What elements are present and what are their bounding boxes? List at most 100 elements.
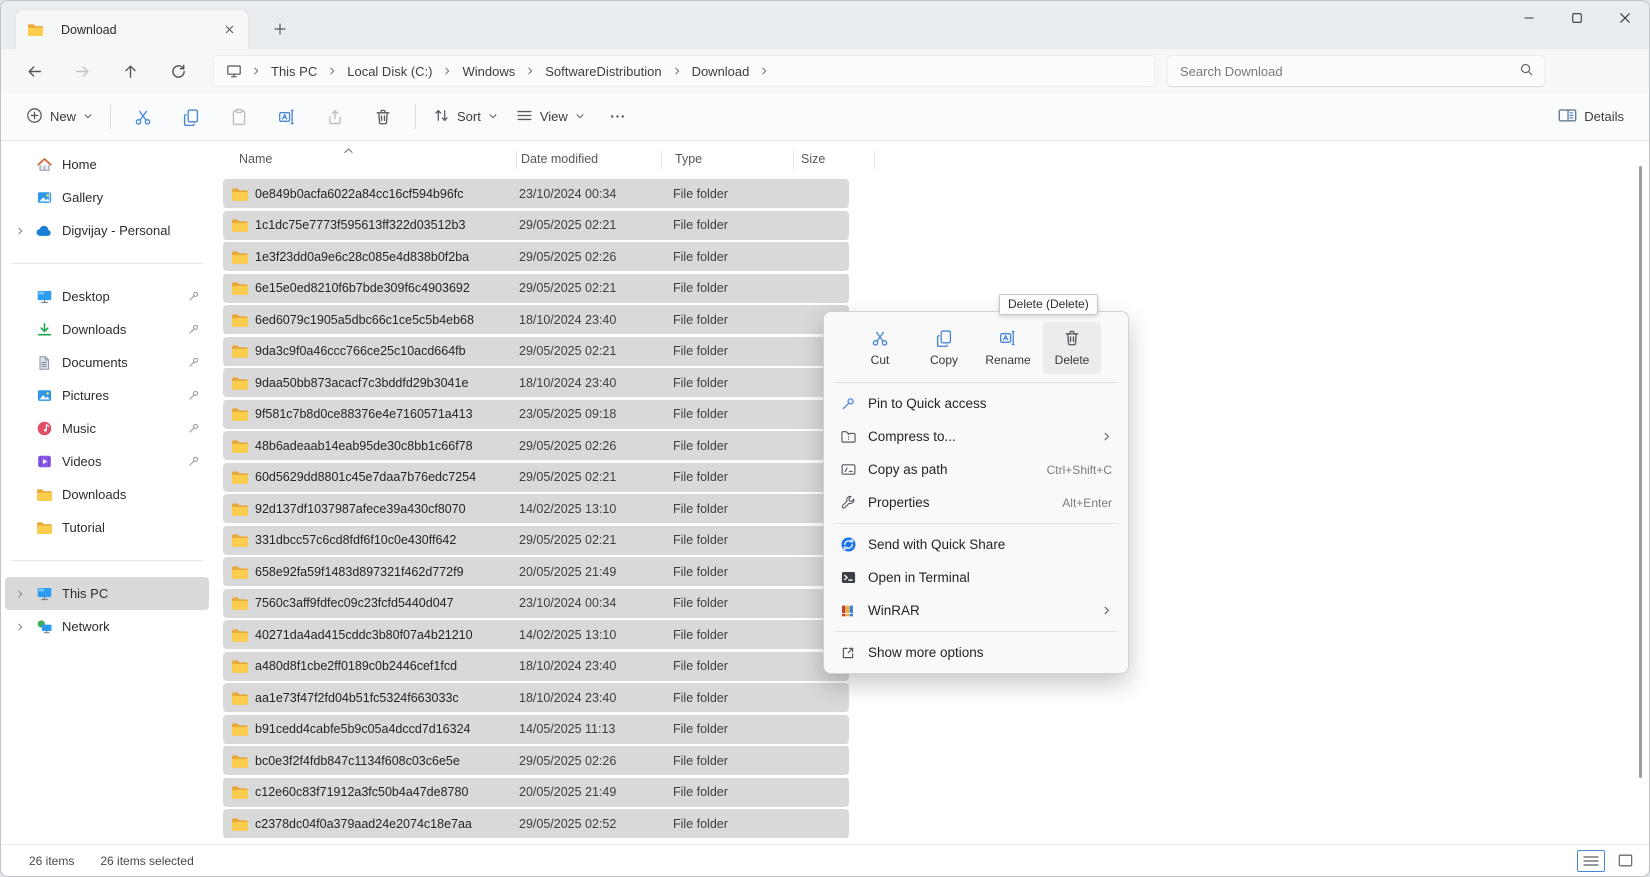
- column-header-type[interactable]: Type: [675, 152, 702, 166]
- sidebar-item-downloads[interactable]: Downloads: [5, 313, 209, 346]
- copy-icon[interactable]: [174, 100, 208, 134]
- file-row[interactable]: c12e60c83f71912a3fc50b4a47de8780 20/05/2…: [223, 778, 849, 807]
- column-header-size[interactable]: Size: [801, 152, 825, 166]
- sidebar-item-desktop[interactable]: Desktop: [5, 280, 209, 313]
- vertical-scrollbar[interactable]: [1639, 166, 1642, 778]
- menu-separator: [834, 631, 1118, 632]
- search-icon[interactable]: [1519, 62, 1534, 80]
- column-divider[interactable]: [793, 151, 794, 169]
- sidebar-item-network[interactable]: Network: [5, 610, 209, 643]
- file-row[interactable]: 48b6adeaab14eab95de30c8bb1c66f78 29/05/2…: [223, 431, 849, 460]
- menu-item-pin-to-quick-access[interactable]: Pin to Quick access: [828, 387, 1124, 420]
- file-row[interactable]: 9f581c7b8d0ce88376e4e7160571a413 23/05/2…: [223, 400, 849, 429]
- sidebar-item-gallery[interactable]: Gallery: [5, 181, 209, 214]
- menu-item-open-in-terminal[interactable]: Open in Terminal: [828, 561, 1124, 594]
- context-cut-button[interactable]: Cut: [851, 322, 909, 374]
- maximize-button[interactable]: [1553, 1, 1601, 35]
- breadcrumb-softwaredistribution[interactable]: SoftwareDistribution: [538, 60, 668, 83]
- details-view-toggle[interactable]: [1577, 850, 1605, 872]
- breadcrumb-local-disk[interactable]: Local Disk (C:): [340, 60, 439, 83]
- up-icon[interactable]: [113, 55, 147, 87]
- details-pane-button[interactable]: Details: [1549, 100, 1633, 134]
- search-input[interactable]: Search Download: [1167, 55, 1545, 87]
- file-row[interactable]: 331dbcc57c6cd8fdf6f10c0e430ff642 29/05/2…: [223, 526, 849, 555]
- menu-item-winrar[interactable]: WinRAR: [828, 594, 1124, 627]
- sidebar-item-home[interactable]: Home: [5, 148, 209, 181]
- file-row[interactable]: 6ed6079c1905a5dbc66c1ce5c5b4eb68 18/10/2…: [223, 305, 849, 334]
- chevron-right-icon[interactable]: [5, 589, 35, 599]
- file-row[interactable]: 7560c3aff9fdfec09c23fcfd5440d047 23/10/2…: [223, 589, 849, 618]
- menu-item-send-with-quick-share[interactable]: Send with Quick Share: [828, 528, 1124, 561]
- context-copy-button[interactable]: Copy: [915, 322, 973, 374]
- breadcrumb-this-pc[interactable]: This PC: [264, 60, 324, 83]
- breadcrumb-windows[interactable]: Windows: [455, 60, 522, 83]
- winrar-icon: [838, 601, 858, 621]
- folder-icon: [231, 468, 249, 486]
- sidebar-item-music[interactable]: Music: [5, 412, 209, 445]
- view-button[interactable]: View: [507, 100, 594, 134]
- sidebar-item-tutorial[interactable]: Tutorial: [5, 511, 209, 544]
- command-bar: New Sort View: [1, 93, 1649, 141]
- column-header-date[interactable]: Date modified: [521, 152, 598, 166]
- file-row[interactable]: 658e92fa59f1483d897321f462d772f9 20/05/2…: [223, 557, 849, 586]
- close-button[interactable]: [1601, 1, 1649, 35]
- cut-icon[interactable]: [126, 100, 160, 134]
- chevron-right-icon[interactable]: [5, 622, 35, 632]
- context-rename-button[interactable]: Rename: [979, 322, 1037, 374]
- menu-item-compress-to[interactable]: Compress to...: [828, 420, 1124, 453]
- minimize-button[interactable]: [1505, 1, 1553, 35]
- file-row[interactable]: 60d5629dd8801c45e7daa7b76edc7254 29/05/2…: [223, 463, 849, 492]
- context-delete-button[interactable]: Delete: [1043, 322, 1101, 374]
- tab-close-icon[interactable]: [218, 19, 240, 41]
- menu-item-show-more-options[interactable]: Show more options: [828, 636, 1124, 669]
- refresh-icon[interactable]: [161, 55, 195, 87]
- sidebar-item-documents[interactable]: Documents: [5, 346, 209, 379]
- breadcrumb[interactable]: This PC Local Disk (C:) Windows Software…: [213, 55, 1155, 87]
- column-divider[interactable]: [661, 151, 662, 169]
- file-row[interactable]: 92d137df1037987afece39a430cf8070 14/02/2…: [223, 494, 849, 523]
- sidebar-item-this-pc[interactable]: This PC: [5, 577, 209, 610]
- new-button[interactable]: New: [17, 100, 102, 134]
- file-row[interactable]: c2378dc04f0a379aad24e2074c18e7aa 29/05/2…: [223, 809, 849, 838]
- file-row[interactable]: 1e3f23dd0a9e6c28c085e4d838b0f2ba 29/05/2…: [223, 242, 849, 271]
- back-icon[interactable]: [17, 55, 51, 87]
- sidebar-item-pictures[interactable]: Pictures: [5, 379, 209, 412]
- folder-icon: [231, 563, 249, 581]
- column-divider[interactable]: [874, 151, 875, 169]
- sidebar-item-onedrive[interactable]: Digvijay - Personal: [5, 214, 209, 247]
- column-header-name[interactable]: Name: [239, 152, 272, 166]
- more-options-icon[interactable]: [601, 100, 635, 134]
- sort-label: Sort: [457, 109, 481, 124]
- file-row[interactable]: 1c1dc75e7773f595613ff322d03512b3 29/05/2…: [223, 211, 849, 240]
- pin-icon: [185, 389, 201, 402]
- details-pane-icon: [1558, 107, 1577, 127]
- menu-item-copy-as-path[interactable]: Copy as path Ctrl+Shift+C: [828, 453, 1124, 486]
- chevron-right-icon[interactable]: [5, 226, 35, 236]
- file-row[interactable]: 0e849b0acfa6022a84cc16cf594b96fc 23/10/2…: [223, 179, 849, 208]
- sort-button[interactable]: Sort: [424, 100, 507, 134]
- file-row[interactable]: 9daa50bb873acacf7c3bddfd29b3041e 18/10/2…: [223, 368, 849, 397]
- file-row[interactable]: 9da3c9f0a46ccc766ce25c10acd664fb 29/05/2…: [223, 337, 849, 366]
- file-row[interactable]: 6e15e0ed8210f6b7bde309f6c4903692 29/05/2…: [223, 274, 849, 303]
- thumbnail-view-toggle[interactable]: [1611, 850, 1639, 872]
- file-row[interactable]: bc0e3f2f4fdb847c1134f608c03c6e5e 29/05/2…: [223, 746, 849, 775]
- file-type: File folder: [673, 281, 849, 295]
- rename-icon[interactable]: [270, 100, 304, 134]
- folder-icon: [231, 783, 249, 801]
- file-row[interactable]: aa1e73f47f2fd04b51fc5324f663033c 18/10/2…: [223, 683, 849, 712]
- file-row[interactable]: 40271da4ad415cddc3b80f07a4b21210 14/02/2…: [223, 620, 849, 649]
- share-icon[interactable]: [318, 100, 352, 134]
- new-tab-button[interactable]: [267, 17, 293, 41]
- paste-icon[interactable]: [222, 100, 256, 134]
- file-row[interactable]: a480d8f1cbe2ff0189c0b2446cef1fcd 18/10/2…: [223, 652, 849, 681]
- column-divider[interactable]: [516, 151, 517, 169]
- delete-icon[interactable]: [366, 100, 400, 134]
- sidebar-item-videos[interactable]: Videos: [5, 445, 209, 478]
- sidebar-item-downloads-folder[interactable]: Downloads: [5, 478, 209, 511]
- explorer-tab[interactable]: Download: [15, 9, 249, 49]
- forward-icon[interactable]: [65, 55, 99, 87]
- menu-item-properties[interactable]: Properties Alt+Enter: [828, 486, 1124, 519]
- this-pc-icon[interactable]: [220, 63, 248, 79]
- breadcrumb-download[interactable]: Download: [685, 60, 757, 83]
- file-row[interactable]: b91cedd4cabfe5b9c05a4dccd7d16324 14/05/2…: [223, 715, 849, 744]
